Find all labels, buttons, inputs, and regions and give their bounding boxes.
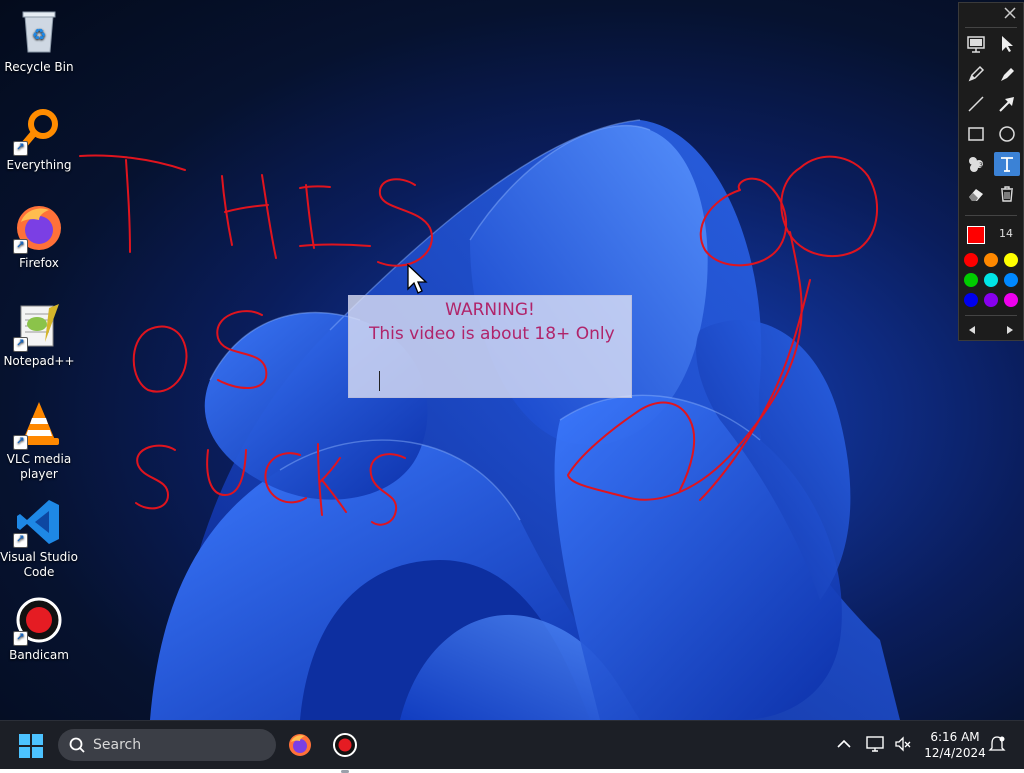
desktop-icon-label: Visual Studio Code xyxy=(0,550,78,579)
desktop-icon-bandicam[interactable]: ↗ Bandicam xyxy=(0,596,78,663)
clock[interactable]: 6:16 AM 12/4/2024 xyxy=(920,729,990,761)
desktop-icon-everything[interactable]: ↗ Everything xyxy=(0,106,78,173)
svg-text:3: 3 xyxy=(979,162,983,169)
desktop-icon-label: Recycle Bin xyxy=(4,60,74,74)
pencil-icon[interactable] xyxy=(963,62,989,86)
scroll-right-icon[interactable] xyxy=(997,318,1023,342)
pointer-icon[interactable] xyxy=(994,32,1020,56)
taskbar-search-box[interactable]: Search xyxy=(58,729,276,761)
arrow-icon[interactable] xyxy=(994,92,1020,116)
bandicam-icon: ↗ xyxy=(13,596,63,646)
line-icon[interactable] xyxy=(963,92,989,116)
drawing-toolbar: 3 14 xyxy=(958,2,1024,341)
textbox-line-2: This video is about 18+ Only xyxy=(369,324,615,344)
desktop-icon-vscode[interactable]: ↗ Visual Studio Code xyxy=(0,498,78,580)
toolbar-divider xyxy=(965,215,1017,216)
palette-color-orange[interactable] xyxy=(984,253,998,267)
windows-logo-icon xyxy=(19,734,43,758)
desktop-icon-label: Everything xyxy=(6,158,72,172)
scroll-left-icon[interactable] xyxy=(959,318,985,342)
show-hidden-icons-chevron-icon[interactable] xyxy=(836,737,852,754)
desktop-icon-notepadpp[interactable]: ↗ Notepad++ xyxy=(0,302,78,369)
palette-color-magenta[interactable] xyxy=(1004,293,1018,307)
firefox-icon: ↗ xyxy=(13,204,63,254)
notepad-plus-plus-icon: ↗ xyxy=(13,302,63,352)
shortcut-arrow-icon: ↗ xyxy=(13,239,28,254)
palette-color-red[interactable] xyxy=(964,253,978,267)
vscode-icon: ↗ xyxy=(13,498,63,548)
bandicam-icon xyxy=(333,733,357,757)
palette-color-yellow[interactable] xyxy=(1004,253,1018,267)
rectangle-icon[interactable] xyxy=(963,122,989,146)
palette-color-blue[interactable] xyxy=(1004,273,1018,287)
desktop-icon-label: Notepad++ xyxy=(3,354,75,368)
network-icon[interactable] xyxy=(866,735,886,756)
taskbar: Search 6:16 AM 12/4/2024 xyxy=(0,720,1024,773)
desktop[interactable]: ♻ Recycle Bin ↗ Everything ↗ Firefox ↗ N… xyxy=(0,0,1024,720)
notifications-bell-icon[interactable] xyxy=(988,735,1006,756)
desktop-icon-recycle-bin[interactable]: ♻ Recycle Bin xyxy=(0,8,78,75)
desktop-icon-label: Firefox xyxy=(19,256,59,270)
annotation-textbox[interactable]: WARNING! This video is about 18+ Only xyxy=(348,295,632,398)
desktop-icon-label: VLC media player xyxy=(6,452,72,481)
toolbar-close-icon[interactable] xyxy=(999,3,1021,23)
clock-time: 6:16 AM xyxy=(930,730,980,744)
taskbar-app-firefox[interactable] xyxy=(288,733,312,761)
shortcut-arrow-icon: ↗ xyxy=(13,533,28,548)
search-placeholder: Search xyxy=(93,737,142,753)
everything-search-icon: ↗ xyxy=(13,106,63,156)
search-icon xyxy=(69,737,85,753)
svg-text:♻: ♻ xyxy=(32,25,46,44)
desktop-icon-label: Bandicam xyxy=(9,648,69,662)
current-color-fill xyxy=(968,227,984,243)
trash-icon[interactable] xyxy=(994,182,1020,206)
taskbar-app-bandicam[interactable] xyxy=(332,732,358,773)
desktop-icon-vlc[interactable]: ↗ VLC media player xyxy=(0,400,78,482)
mouse-pointer-icon xyxy=(407,264,428,294)
shortcut-arrow-icon: ↗ xyxy=(13,435,28,450)
palette-color-purple[interactable] xyxy=(984,293,998,307)
textbox-line-1: WARNING! xyxy=(445,300,535,320)
start-button[interactable] xyxy=(19,734,43,762)
recycle-bin-icon: ♻ xyxy=(15,8,63,56)
palette-color-navy[interactable] xyxy=(964,293,978,307)
marker-icon[interactable] xyxy=(994,62,1020,86)
shortcut-arrow-icon: ↗ xyxy=(13,631,28,646)
text-tool-icon[interactable] xyxy=(994,152,1020,176)
shortcut-arrow-icon: ↗ xyxy=(13,141,28,156)
ellipse-icon[interactable] xyxy=(994,122,1020,146)
eraser-icon[interactable] xyxy=(963,182,989,206)
toolbar-divider xyxy=(965,27,1017,28)
toolbar-divider xyxy=(965,315,1017,316)
text-caret xyxy=(379,371,380,391)
palette-color-green[interactable] xyxy=(964,273,978,287)
vlc-icon: ↗ xyxy=(13,400,63,450)
volume-muted-icon[interactable] xyxy=(894,735,912,756)
clock-date: 12/4/2024 xyxy=(924,746,986,760)
shortcut-arrow-icon: ↗ xyxy=(13,337,28,352)
presentation-icon[interactable] xyxy=(963,32,989,56)
palette-color-cyan[interactable] xyxy=(984,273,998,287)
current-color-swatch[interactable] xyxy=(967,226,985,244)
brush-size-value[interactable]: 14 xyxy=(995,227,1017,240)
desktop-icon-firefox[interactable]: ↗ Firefox xyxy=(0,204,78,271)
firefox-icon xyxy=(289,734,311,756)
stamp-icon[interactable]: 3 xyxy=(963,152,989,176)
